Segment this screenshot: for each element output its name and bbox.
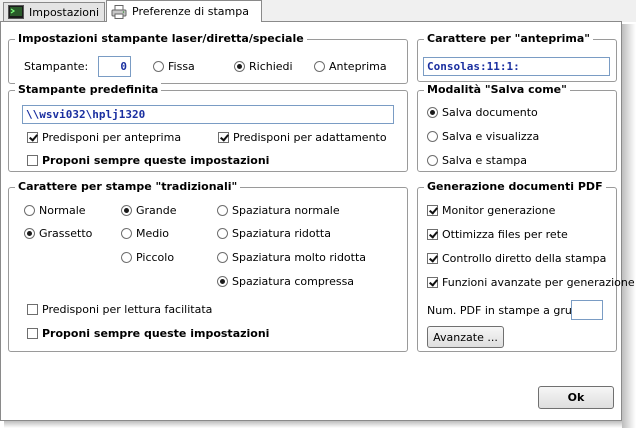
radio-button[interactable]	[217, 205, 228, 216]
radio-fissa[interactable]: Fissa	[153, 60, 195, 73]
radio-normale[interactable]: Normale	[24, 204, 86, 217]
save-as-group: Modalità "Salva come" Salva documento Sa…	[417, 83, 617, 172]
checkbox-proponi-impostazioni[interactable]: Proponi sempre queste impostazioni	[27, 327, 269, 340]
checkbox-funzioni-avanzate[interactable]: Funzioni avanzate per generazione	[427, 276, 635, 289]
group-title: Stampante predefinita	[15, 83, 162, 96]
radio-button[interactable]	[427, 107, 438, 118]
radio-grassetto[interactable]: Grassetto	[24, 227, 92, 240]
radio-salva-e-visualizza[interactable]: Salva e visualizza	[427, 130, 539, 143]
group-title: Modalità "Salva come"	[424, 83, 570, 96]
default-printer-group: Stampante predefinita \\wsvi032\hplj1320…	[8, 83, 408, 172]
radio-button[interactable]	[234, 61, 245, 72]
radio-button[interactable]	[427, 131, 438, 142]
checkbox[interactable]	[27, 304, 38, 315]
checkbox[interactable]	[218, 132, 229, 143]
tab-panel: Impostazioni stampante laser/diretta/spe…	[0, 21, 635, 421]
group-title: Impostazioni stampante laser/diretta/spe…	[15, 32, 307, 45]
checkbox-predisponi-adattamento[interactable]: Predisponi per adattamento	[218, 131, 387, 144]
tab-preferenze-di-stampa[interactable]: Preferenze di stampa	[106, 0, 262, 22]
radio-button[interactable]	[217, 252, 228, 263]
ok-button[interactable]: Ok	[538, 386, 614, 409]
group-title: Generazione documenti PDF	[424, 180, 606, 193]
radio-grande[interactable]: Grande	[121, 204, 177, 217]
pdf-generation-group: Generazione documenti PDF Monitor genera…	[417, 180, 635, 352]
traditional-chars-group: Carattere per stampe "tradizionali" Norm…	[8, 180, 408, 352]
radio-piccolo[interactable]: Piccolo	[121, 251, 174, 264]
checkbox[interactable]	[27, 328, 38, 339]
radio-spaziatura-compressa[interactable]: Spaziatura compressa	[217, 275, 354, 288]
advanced-button[interactable]: Avanzate ...	[427, 326, 504, 348]
tab-impostazioni[interactable]: Impostazioni	[3, 2, 105, 21]
checkbox-proponi-impostazioni[interactable]: Proponi sempre queste impostazioni	[27, 154, 269, 167]
radio-button[interactable]	[217, 228, 228, 239]
preview-char-field[interactable]: Consolas:11:1:	[423, 57, 610, 76]
radio-button[interactable]	[121, 228, 132, 239]
radio-button[interactable]	[153, 61, 164, 72]
window-shadow	[4, 421, 622, 428]
checkbox[interactable]	[427, 205, 438, 216]
checkbox[interactable]	[427, 229, 438, 240]
radio-richiedi[interactable]: Richiedi	[234, 60, 293, 73]
radio-button[interactable]	[121, 205, 132, 216]
radio-spaziatura-normale[interactable]: Spaziatura normale	[217, 204, 340, 217]
radio-button[interactable]	[24, 205, 35, 216]
radio-medio[interactable]: Medio	[121, 227, 169, 240]
group-title: Carattere per "anteprima"	[424, 32, 594, 45]
terminal-icon	[8, 5, 24, 19]
radio-button[interactable]	[427, 155, 438, 166]
radio-anteprima[interactable]: Anteprima	[314, 60, 387, 73]
group-title: Carattere per stampe "tradizionali"	[15, 180, 241, 193]
radio-spaziatura-ridotta[interactable]: Spaziatura ridotta	[217, 227, 331, 240]
checkbox-predisponi-anteprima[interactable]: Predisponi per anteprima	[27, 131, 181, 144]
checkbox-lettura-facilitata[interactable]: Predisponi per lettura facilitata	[27, 303, 212, 316]
checkbox[interactable]	[427, 277, 438, 288]
tab-label: Preferenze di stampa	[132, 5, 249, 18]
preview-char-group: Carattere per "anteprima" Consolas:11:1:	[417, 32, 617, 82]
radio-salva-documento[interactable]: Salva documento	[427, 106, 538, 119]
printer-icon	[111, 4, 127, 19]
radio-button[interactable]	[121, 252, 132, 263]
radio-salva-e-stampa[interactable]: Salva e stampa	[427, 154, 527, 167]
window-shadow	[622, 24, 636, 428]
tab-bar: Impostazioni Preferenze di stampa	[0, 0, 636, 22]
printer-settings-group: Impostazioni stampante laser/diretta/spe…	[8, 32, 408, 84]
checkbox-monitor-generazione[interactable]: Monitor generazione	[427, 204, 555, 217]
radio-button[interactable]	[314, 61, 325, 72]
radio-spaziatura-molto-ridotta[interactable]: Spaziatura molto ridotta	[217, 251, 366, 264]
stampante-field[interactable]: 0	[98, 56, 131, 77]
default-printer-path[interactable]: \\wsvi032\hplj1320	[22, 105, 394, 124]
pdf-group-field[interactable]	[571, 300, 603, 320]
stampante-label: Stampante:	[24, 60, 89, 73]
radio-button[interactable]	[24, 228, 35, 239]
checkbox[interactable]	[27, 132, 38, 143]
checkbox-controllo-diretto[interactable]: Controllo diretto della stampa	[427, 252, 606, 265]
tab-label: Impostazioni	[29, 5, 100, 19]
checkbox[interactable]	[427, 253, 438, 264]
checkbox[interactable]	[27, 155, 38, 166]
checkbox-ottimizza-files[interactable]: Ottimizza files per rete	[427, 228, 568, 241]
pdf-group-label: Num. PDF in stampe a gruppi:	[427, 304, 593, 317]
radio-button[interactable]	[217, 276, 228, 287]
